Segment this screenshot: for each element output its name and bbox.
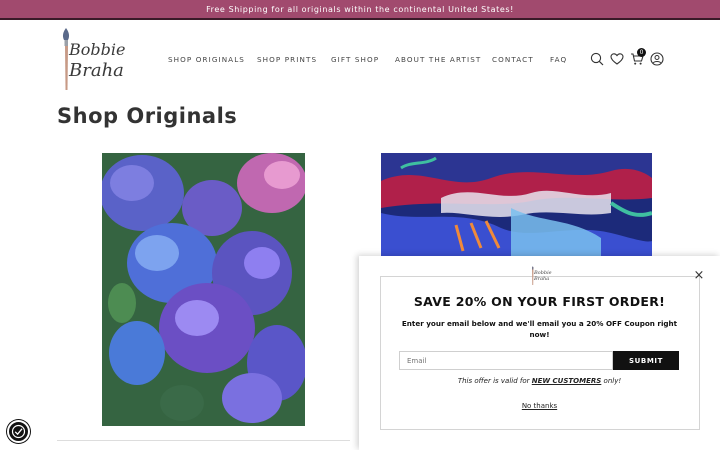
announcement-text: Free Shipping for all originals within t…: [206, 4, 514, 14]
nav-faq[interactable]: FAQ: [550, 55, 567, 64]
popup-logo-line-2: Braha: [534, 276, 550, 282]
offer-note: This offer is valid for NEW CUSTOMERS on…: [359, 377, 720, 385]
nav-about-the-artist[interactable]: ABOUT THE ARTIST: [395, 55, 481, 64]
search-icon[interactable]: [590, 52, 604, 66]
nav-contact[interactable]: CONTACT: [492, 55, 534, 64]
product-divider: [57, 440, 350, 441]
hydrangea-painting-image: [102, 153, 305, 426]
abstract-painting-image: [381, 153, 652, 258]
offer-note-suffix: only!: [601, 377, 622, 385]
account-icon[interactable]: [650, 52, 664, 66]
discount-popup: × Bobbie Braha SAVE 20% ON YOUR FIRST OR…: [359, 256, 720, 450]
logo-line-1: Bobbie: [69, 40, 126, 59]
popup-headline: SAVE 20% ON YOUR FIRST ORDER!: [413, 294, 666, 309]
no-thanks-link[interactable]: No thanks: [359, 402, 720, 410]
page-title: Shop Originals: [57, 104, 238, 128]
announcement-bar: Free Shipping for all originals within t…: [0, 0, 720, 20]
offer-note-emphasis: NEW CUSTOMERS: [531, 377, 602, 385]
heart-icon[interactable]: [610, 52, 624, 66]
email-field[interactable]: [399, 351, 613, 370]
close-icon[interactable]: ×: [693, 269, 705, 282]
artwork-image[interactable]: [102, 153, 305, 426]
artwork-image[interactable]: [381, 153, 652, 258]
accessibility-button[interactable]: [7, 420, 30, 443]
submit-button[interactable]: SUBMIT: [613, 351, 679, 370]
nav-gift-shop[interactable]: GIFT SHOP: [331, 55, 379, 64]
paintbrush-logo-icon: [62, 28, 70, 90]
popup-subtext: Enter your email below and we'll email y…: [401, 319, 678, 339]
popup-logo: Bobbie Braha: [529, 266, 552, 286]
logo-line-2: Braha: [69, 60, 124, 81]
cart-count-badge: 0: [637, 48, 646, 57]
offer-note-prefix: This offer is valid for: [457, 377, 532, 385]
nav-shop-prints[interactable]: SHOP PRINTS: [257, 55, 317, 64]
site-logo[interactable]: Bobbie Braha: [56, 26, 128, 92]
accessibility-icon: [11, 424, 26, 439]
nav-shop-originals[interactable]: SHOP ORIGINALS: [168, 55, 245, 64]
